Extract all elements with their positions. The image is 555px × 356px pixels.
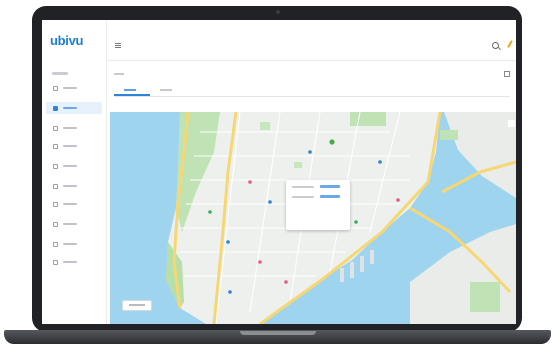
tab-label: [160, 89, 172, 91]
laptop-notch: [240, 331, 316, 335]
sidebar: ubivu: [42, 20, 107, 324]
popup-row-value: [320, 195, 340, 198]
popup-row-label: [292, 196, 314, 198]
chat-icon: [53, 201, 58, 207]
map-bottom-button[interactable]: [122, 300, 152, 311]
sidebar-item-9[interactable]: [46, 238, 102, 250]
tab-2[interactable]: [150, 85, 186, 96]
search-icon[interactable]: [492, 42, 499, 49]
popup-row-label: [292, 186, 314, 188]
sidebar-item-label: [63, 165, 77, 167]
list-icon: [53, 183, 58, 189]
zoom-in-button[interactable]: [508, 120, 515, 127]
route-icon: [53, 125, 58, 131]
document-icon: [53, 85, 58, 91]
tab-label: [124, 89, 136, 91]
sidebar-item-8[interactable]: [46, 218, 102, 230]
tab-bar: [114, 85, 186, 96]
list-icon: [53, 163, 58, 169]
map-info-popup: [286, 180, 350, 230]
logo-text: ubivu: [50, 33, 84, 48]
sidebar-item-10[interactable]: [46, 256, 102, 268]
sidebar-item-5[interactable]: [46, 160, 102, 172]
user-icon: [53, 241, 58, 247]
sidebar-item-label: [63, 223, 77, 225]
expand-icon[interactable]: [504, 71, 510, 77]
map-icon: [53, 105, 58, 111]
sidebar-item-label: [63, 145, 77, 147]
grid-icon: [53, 221, 58, 227]
sidebar-item-label: [63, 127, 77, 129]
sidebar-section-label: [52, 72, 68, 75]
popup-row-value: [320, 185, 340, 188]
sidebar-item-3[interactable]: [46, 122, 102, 134]
top-bar: [106, 20, 516, 61]
sidebar-item-label: [63, 261, 77, 263]
settings-icon: [53, 259, 58, 265]
tab-1[interactable]: [114, 85, 150, 96]
sidebar-item-1[interactable]: [46, 82, 102, 94]
page-title: [114, 73, 124, 75]
logo[interactable]: ubivu: [50, 33, 83, 48]
sidebar-item-label: [63, 243, 77, 245]
sidebar-item-label: [63, 87, 77, 89]
hamburger-icon[interactable]: [115, 43, 121, 48]
map-bottom-button-label: [129, 304, 145, 306]
app-screen: ubivu: [42, 20, 516, 324]
sidebar-item-label: [63, 185, 77, 187]
sidebar-item-6[interactable]: [46, 180, 102, 192]
map-view[interactable]: [110, 112, 516, 324]
sidebar-item-label: [63, 203, 77, 205]
vehicle-icon: [53, 143, 58, 149]
sidebar-item-map[interactable]: [46, 102, 102, 114]
camera-icon: [276, 10, 280, 14]
tabs-divider: [114, 96, 510, 97]
sidebar-item-label: [63, 107, 77, 109]
pencil-icon[interactable]: [507, 40, 513, 48]
sidebar-item-4[interactable]: [46, 140, 102, 152]
sidebar-item-7[interactable]: [46, 198, 102, 210]
